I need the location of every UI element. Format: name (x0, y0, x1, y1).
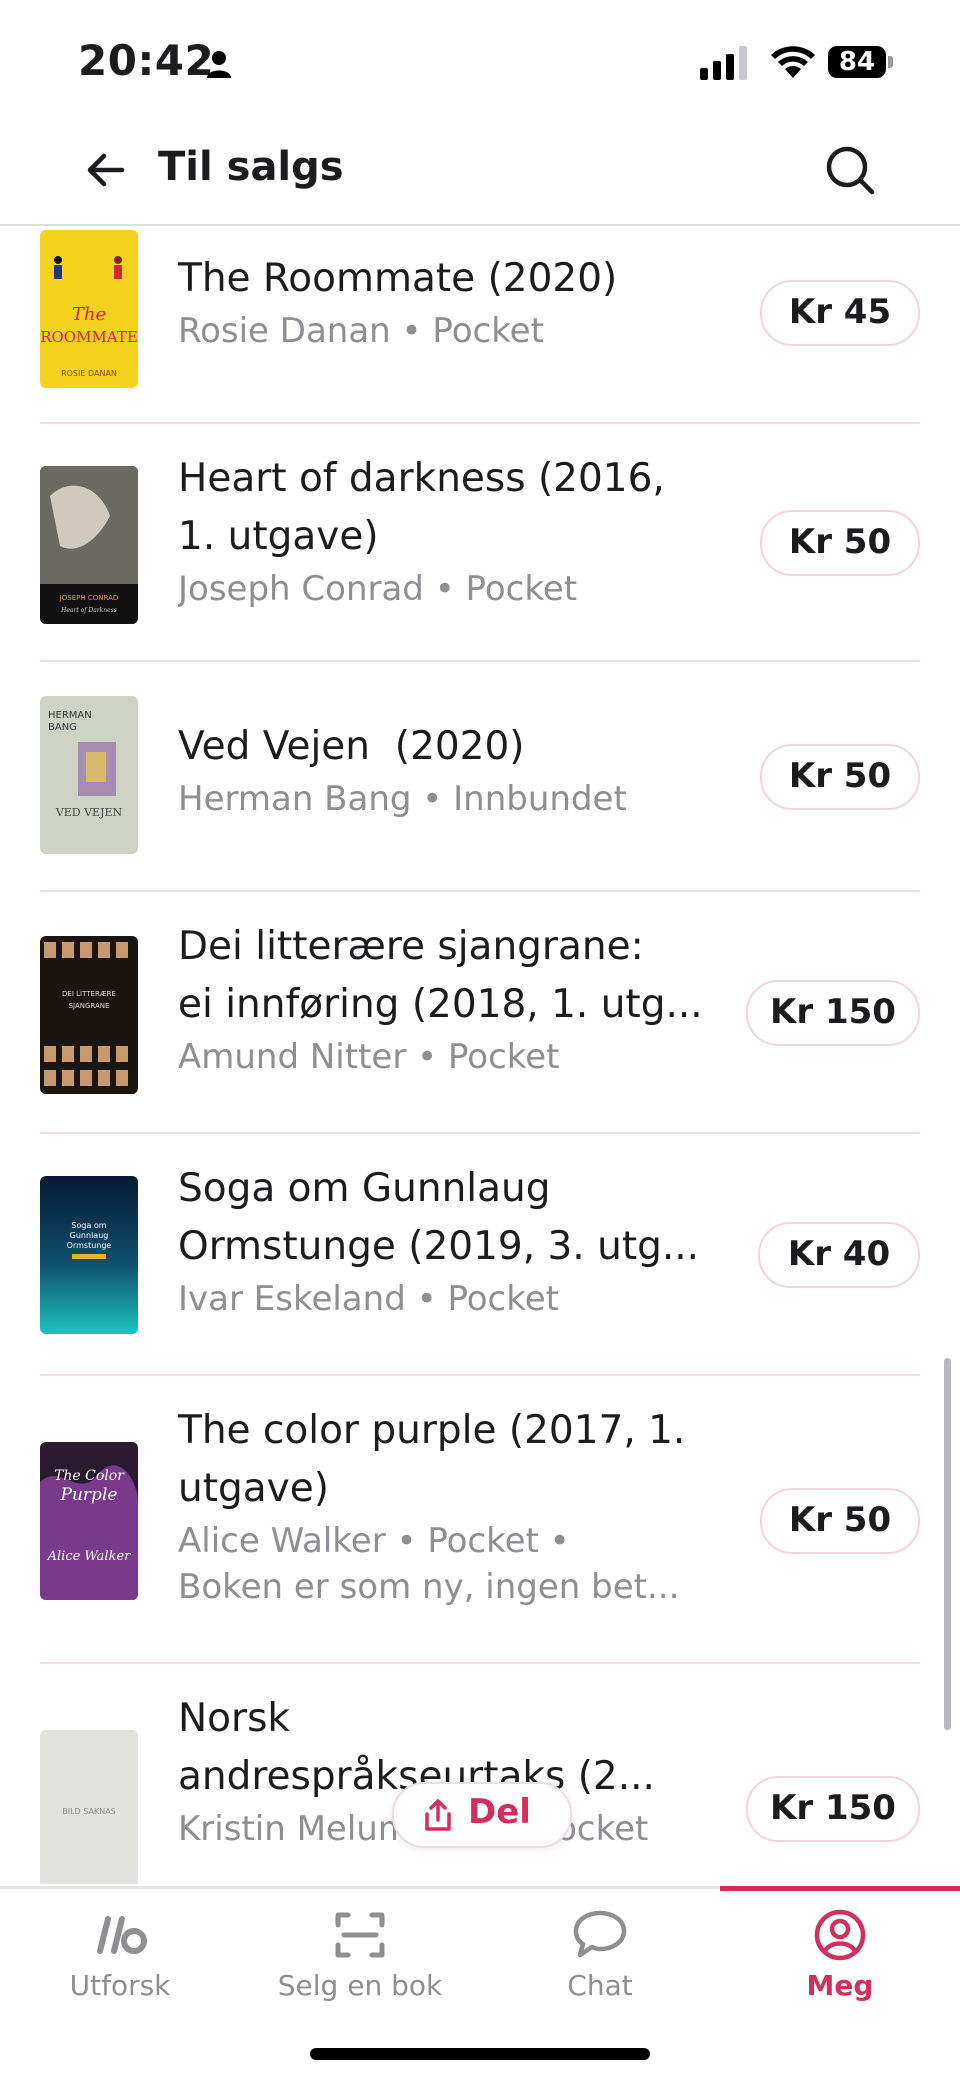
tab-label: Selg en bok (277, 1969, 443, 2002)
cover-author: Alice Walker (47, 1549, 132, 1564)
book-meta: Joseph Conrad • Pocket (178, 569, 578, 609)
page-title: Til salgs (158, 144, 344, 190)
cover-title-2: Gunnlaug (70, 1231, 109, 1240)
wifi-icon (771, 46, 815, 78)
tab-chat[interactable]: Chat (480, 1889, 720, 2009)
book-info: The Roommate (2020) Rosie Danan • Pocket (178, 250, 748, 354)
book-meta: Ivar Eskeland • Pocket (178, 1279, 559, 1319)
book-title-line: Norsk (178, 1696, 290, 1741)
cover-illustration: JOSEPH CONRAD Heart of Darkness (40, 466, 138, 624)
book-title-line: Dei litterære sjangrane: (178, 924, 644, 969)
cover-title: Soga om (71, 1221, 106, 1230)
book-cover: HERMAN BANG VED VEJEN (40, 696, 138, 854)
cover-title: DEI LITTERÆRE (62, 990, 116, 998)
book-meta: Herman Bang • Innbundet (178, 779, 627, 819)
lb-logo-icon (97, 1916, 147, 1954)
price-badge[interactable]: Kr 150 (746, 1776, 920, 1842)
status-time: 20:42 (78, 36, 215, 85)
book-cover: Soga om Gunnlaug Ormstunge (40, 1176, 138, 1334)
tab-meg[interactable]: Meg (720, 1889, 960, 2009)
battery-indicator: 84 (828, 46, 894, 80)
book-row[interactable]: The ROOMMATE ROSIE DANAN The Roommate (2… (40, 226, 920, 424)
book-cover: DEI LITTERÆRE SJANGRANE (40, 936, 138, 1094)
top-app-bar: Til salgs (0, 120, 960, 226)
search-icon[interactable] (822, 142, 878, 198)
book-list: The ROOMMATE ROSIE DANAN The Roommate (2… (0, 226, 960, 1884)
book-title-line: 1. utgave) (178, 514, 379, 559)
book-info: Dei litterære sjangrane: ei innføring (2… (178, 918, 748, 1080)
price-badge[interactable]: Kr 50 (760, 510, 920, 576)
book-cover: The Color Purple Alice Walker (40, 1442, 138, 1600)
cover-title-line1: The (72, 304, 106, 325)
book-title-line: ei innføring (2018, 1. utg... (178, 982, 703, 1027)
profile-icon (814, 1909, 866, 1961)
status-bar: 20:42 84 (0, 0, 960, 120)
battery-cap (888, 56, 893, 68)
book-row[interactable]: HERMAN BANG VED VEJEN Ved Vejen (2020) H… (40, 662, 920, 892)
tab-label: Meg (806, 1969, 874, 2002)
cover-placeholder-text: BILD SAKNAS (62, 1807, 116, 1816)
book-row[interactable]: The Color Purple Alice Walker The color … (40, 1376, 920, 1664)
book-title-line: Ormstunge (2019, 3. utg... (178, 1224, 700, 1269)
scan-icon (335, 1912, 385, 1958)
book-title: The Roommate (2020) (178, 256, 618, 301)
book-title-line: utgave) (178, 1466, 329, 1511)
cover-illustration: Soga om Gunnlaug Ormstunge (67, 1221, 112, 1259)
chat-bubble-icon (573, 1910, 627, 1958)
book-meta: Rosie Danan • Pocket (178, 311, 544, 351)
cover-title-2: Purple (60, 1485, 118, 1505)
book-row[interactable]: DEI LITTERÆRE SJANGRANE Dei litterære sj… (40, 892, 920, 1134)
book-condition-note: Boken er som ny, ingen bet... (178, 1567, 680, 1607)
share-label: Del (468, 1792, 531, 1832)
book-info: The color purple (2017, 1. utgave) Alice… (178, 1402, 748, 1610)
book-title: Ved Vejen (2020) (178, 724, 525, 769)
tab-selg-en-bok[interactable]: Selg en bok (240, 1889, 480, 2009)
cover-author: ROSIE DANAN (61, 369, 117, 378)
battery-level: 84 (828, 46, 886, 78)
price-badge[interactable]: Kr 50 (760, 1488, 920, 1554)
share-button[interactable]: Del (392, 1782, 572, 1848)
cover-title-2: SJANGRANE (69, 1002, 110, 1010)
book-meta: Amund Nitter • Pocket (178, 1037, 560, 1077)
cover-author: HERMAN (48, 710, 92, 721)
cover-title: The Color (54, 1468, 125, 1484)
price-badge[interactable]: Kr 45 (760, 280, 920, 346)
home-indicator[interactable] (310, 2048, 650, 2060)
cover-title: Heart of Darkness (60, 607, 117, 614)
book-row[interactable]: BILD SAKNAS Norsk andrespråkseurtaks (2.… (40, 1664, 920, 1884)
scrollbar[interactable] (944, 1358, 951, 1730)
book-row[interactable]: Soga om Gunnlaug Ormstunge Soga om Gunnl… (40, 1134, 920, 1376)
cover-title: VED VEJEN (55, 806, 123, 819)
share-icon (425, 1799, 451, 1831)
book-meta: Alice Walker • Pocket • (178, 1521, 570, 1561)
book-row[interactable]: JOSEPH CONRAD Heart of Darkness Heart of… (40, 424, 920, 662)
cover-illustration: DEI LITTERÆRE SJANGRANE (44, 942, 128, 1086)
book-cover: BILD SAKNAS (40, 1730, 138, 1884)
cellular-signal-icon (700, 46, 747, 80)
cover-illustration: The Color Purple Alice Walker (40, 1465, 138, 1600)
book-cover: JOSEPH CONRAD Heart of Darkness (40, 466, 138, 624)
cover-illustration: HERMAN BANG VED VEJEN (48, 710, 123, 819)
cover-illustration: The ROOMMATE ROSIE DANAN (40, 256, 138, 378)
book-info: Heart of darkness (2016, 1. utgave) Jose… (178, 450, 748, 612)
cover-title-line2: ROOMMATE (40, 328, 138, 346)
cover-illustration: BILD SAKNAS (62, 1807, 116, 1816)
price-badge[interactable]: Kr 40 (758, 1222, 920, 1288)
cover-title-3: Ormstunge (67, 1241, 112, 1250)
book-info: Ved Vejen (2020) Herman Bang • Innbundet (178, 718, 748, 822)
tab-utforsk[interactable]: Utforsk (0, 1889, 240, 2009)
book-info: Soga om Gunnlaug Ormstunge (2019, 3. utg… (178, 1160, 748, 1322)
book-title-line: Soga om Gunnlaug (178, 1166, 551, 1211)
tab-label: Utforsk (69, 1969, 171, 2002)
price-badge[interactable]: Kr 150 (746, 980, 920, 1046)
tab-label: Chat (567, 1969, 633, 2002)
book-title-line: Heart of darkness (2016, (178, 456, 665, 501)
price-badge[interactable]: Kr 50 (760, 744, 920, 810)
cover-author-2: BANG (48, 722, 77, 733)
back-arrow-icon[interactable] (82, 146, 130, 194)
person-icon (207, 51, 231, 78)
book-title-line: The color purple (2017, 1. (178, 1408, 686, 1453)
book-cover: The ROOMMATE ROSIE DANAN (40, 230, 138, 388)
cover-author: JOSEPH CONRAD (59, 594, 119, 602)
